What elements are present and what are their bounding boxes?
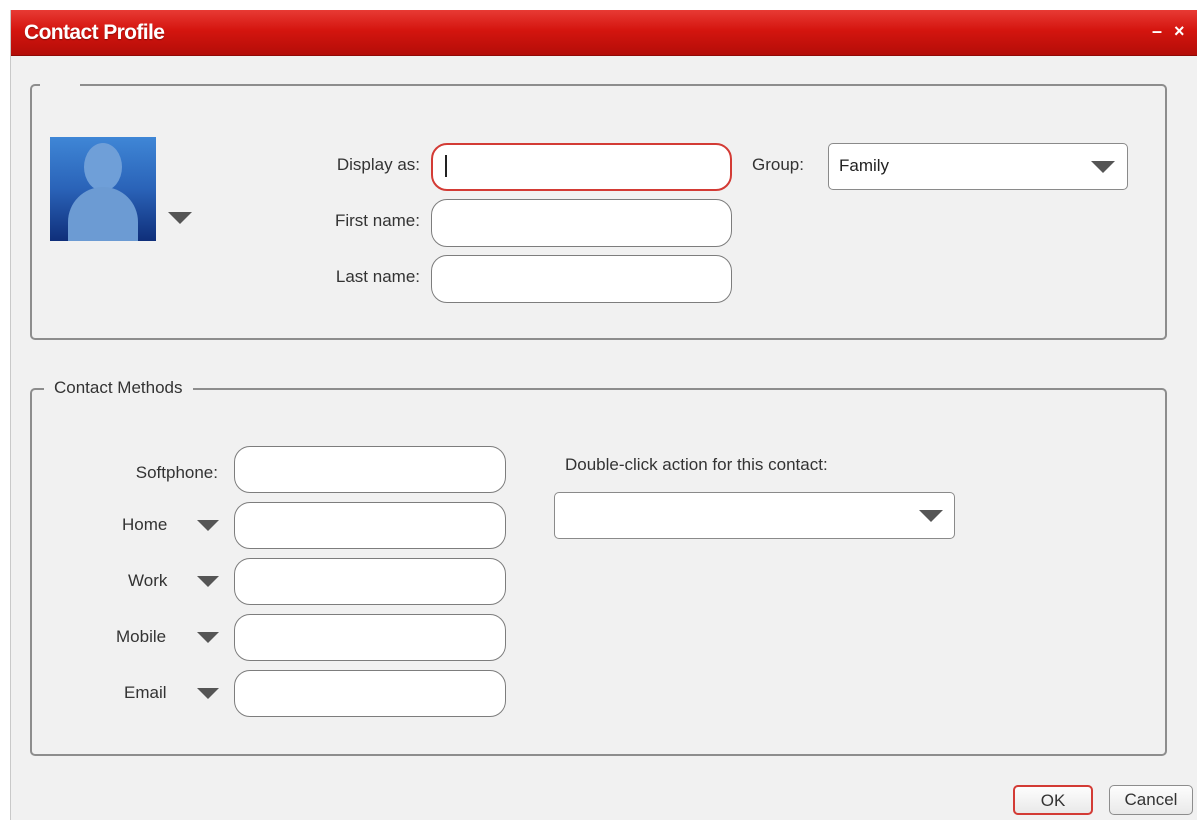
mobile-type-label: Mobile bbox=[116, 627, 167, 646]
minimize-icon[interactable]: – bbox=[1152, 22, 1162, 40]
group-label: Group: bbox=[752, 155, 804, 174]
email-type-dropdown[interactable]: Email bbox=[112, 670, 230, 716]
softphone-label: Softphone: bbox=[135, 463, 218, 482]
chevron-down-icon bbox=[197, 576, 219, 587]
window-title: Contact Profile bbox=[24, 21, 165, 44]
display-as-label: Display as: bbox=[336, 155, 420, 174]
home-type-dropdown[interactable]: Home bbox=[112, 502, 230, 548]
last-name-input[interactable] bbox=[431, 255, 732, 303]
profile-legend-gap bbox=[40, 81, 80, 87]
contact-methods-legend: Contact Methods bbox=[44, 378, 193, 398]
chevron-down-icon bbox=[1091, 161, 1115, 173]
mobile-input[interactable] bbox=[234, 614, 506, 661]
avatar[interactable] bbox=[50, 137, 156, 241]
group-select-value: Family bbox=[839, 156, 890, 175]
first-name-input[interactable] bbox=[431, 199, 732, 247]
email-input[interactable] bbox=[234, 670, 506, 717]
close-icon[interactable]: × bbox=[1174, 22, 1185, 40]
home-type-label: Home bbox=[122, 515, 168, 534]
chevron-down-icon bbox=[197, 632, 219, 643]
display-as-input[interactable] bbox=[431, 143, 732, 191]
chevron-down-icon bbox=[197, 688, 219, 699]
ok-button[interactable]: OK bbox=[1013, 785, 1093, 815]
group-select[interactable]: Family bbox=[828, 143, 1128, 190]
mobile-type-dropdown[interactable]: Mobile bbox=[112, 614, 230, 660]
text-caret bbox=[445, 155, 447, 177]
email-type-label: Email bbox=[124, 683, 167, 702]
avatar-dropdown-icon[interactable] bbox=[168, 212, 192, 224]
work-input[interactable] bbox=[234, 558, 506, 605]
double-click-action-select[interactable] bbox=[554, 492, 955, 539]
title-bar: Contact Profile – × bbox=[11, 10, 1197, 56]
work-type-dropdown[interactable]: Work bbox=[112, 558, 230, 604]
chevron-down-icon bbox=[919, 510, 943, 522]
chevron-down-icon bbox=[197, 520, 219, 531]
work-type-label: Work bbox=[128, 571, 168, 590]
last-name-label: Last name: bbox=[335, 267, 420, 286]
avatar-head bbox=[84, 143, 122, 191]
first-name-label: First name: bbox=[334, 211, 420, 230]
home-input[interactable] bbox=[234, 502, 506, 549]
softphone-input[interactable] bbox=[234, 446, 506, 493]
avatar-body bbox=[68, 187, 138, 241]
cancel-button[interactable]: Cancel bbox=[1109, 785, 1193, 815]
double-click-label: Double-click action for this contact: bbox=[565, 455, 828, 474]
